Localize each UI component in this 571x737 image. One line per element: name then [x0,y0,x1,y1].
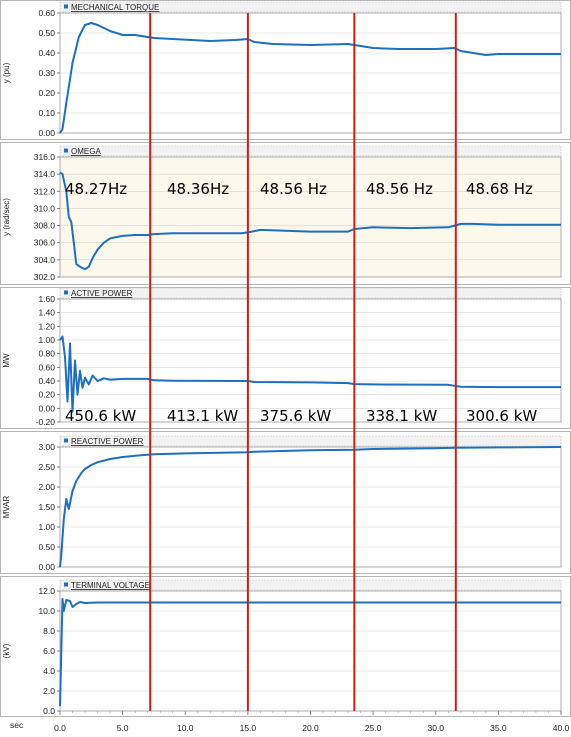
panels-layer: MECHANICAL TORQUE 0.00 0.10 0.20 0.30 0.40 0.5… [0,0,571,717]
y-tick-label: 1.60 [38,294,55,304]
title-bar [59,145,562,157]
y-tick-label: 0.30 [38,68,55,78]
y-tick-label: 1.50 [38,502,55,512]
y-tick-label: 0.40 [38,376,55,386]
panel-mechanical-torque: MECHANICAL TORQUE 0.00 0.10 0.20 0.30 0.40 0.5… [0,0,571,140]
y-tick-label: 0.0 [43,706,55,716]
y-tick-label: 308.0 [34,221,56,231]
x-tick-label: 0.0 [54,723,66,733]
x-tick-label: 25.0 [365,723,382,733]
x-tick-label: 40.0 [553,723,570,733]
y-tick-label: 3.00 [38,442,55,452]
annotation-label: 300.6 kW [466,407,537,425]
x-axis-label: sec [10,720,24,730]
panel-omega: OMEGA 302.0 304.0 306.0 308.0 310.0 312.0 314.0… [0,142,571,285]
annotation-label: 48.56 Hz [366,180,433,198]
y-tick-label: 1.00 [38,522,55,532]
y-tick-label: 0.60 [38,8,55,18]
legend-swatch [64,148,68,153]
y-axis-label: y (rad/sec) [2,198,11,236]
legend-swatch [64,438,68,443]
y-tick-label: 0.00 [38,403,55,413]
title-bar [59,287,562,299]
y-tick-label: 2.0 [43,686,55,696]
plot-area [59,156,562,278]
y-tick-label: 314.0 [34,169,56,179]
annotation-label: 48.56 Hz [260,180,327,198]
y-tick-label: 0.40 [38,48,55,58]
legend-swatch [64,290,68,295]
annotation-label: 48.68 Hz [466,180,533,198]
y-tick-label: 0.50 [38,542,55,552]
y-tick-label: 2.00 [38,482,55,492]
panel-reactive-power: REACTIVE POWER 0.00 0.50 1.00 1.50 2.00 2.50 3.… [0,431,571,574]
y-tick-label: 306.0 [34,238,56,248]
y-axis-label: MW [2,353,11,368]
x-tick-label: 30.0 [427,723,444,733]
y-tick-label: 302.0 [34,272,56,282]
y-tick-label: 4.0 [43,666,55,676]
annotation-label: 338.1 kW [366,407,437,425]
y-tick-label: 8.0 [43,626,55,636]
y-tick-label: 0.50 [38,28,55,38]
y-axis-label: MVAR [2,496,11,519]
annotation-label: 48.36Hz [167,180,229,198]
panel-title: TERMINAL VOLTAGE [71,581,150,590]
y-tick-label: 312.0 [34,186,56,196]
x-tick-label: 20.0 [302,723,319,733]
chart-canvas: MECHANICAL TORQUE 0.00 0.10 0.20 0.30 0.40 0.5… [0,0,571,733]
annotation-label: 375.6 kW [260,407,331,425]
x-tick-label: 10.0 [177,723,194,733]
y-tick-label: 1.20 [38,321,55,331]
panel-title: REACTIVE POWER [71,437,144,446]
y-tick-label: 1.00 [38,335,55,345]
y-tick-label: 0.20 [38,88,55,98]
y-tick-label: 6.0 [43,646,55,656]
annotation-label: 413.1 kW [167,407,238,425]
y-tick-label: 0.00 [38,128,55,138]
y-tick-label: 0.10 [38,108,55,118]
y-tick-label: 12.0 [38,586,55,596]
y-tick-label: -0.20 [36,417,56,427]
y-tick-label: 0.80 [38,349,55,359]
annotation-label: 450.6 kW [65,407,136,425]
y-tick-label: 1.40 [38,308,55,318]
panel-title: MECHANICAL TORQUE [71,3,159,12]
y-tick-label: 304.0 [34,255,56,265]
y-axis-label: (kV) [2,643,11,658]
y-tick-label: 0.00 [38,562,55,572]
y-tick-label: 310.0 [34,203,56,213]
legend-swatch [64,4,68,9]
panel-title: ACTIVE POWER [71,289,133,298]
y-tick-label: 316.0 [34,152,56,162]
legend-swatch [64,582,68,587]
panel-terminal-voltage: TERMINAL VOLTAGE 0.0 2.0 4.0 6.0 8.0 10.0 12.0 (… [0,576,571,717]
annotation-label: 48.27Hz [65,180,127,198]
y-tick-label: 10.0 [38,606,55,616]
x-tick-label: 15.0 [240,723,257,733]
y-tick-label: 0.20 [38,390,55,400]
x-tick-label: 5.0 [117,723,129,733]
x-tick-label: 35.0 [490,723,507,733]
y-axis-label: y (pu) [2,62,11,83]
y-tick-label: 2.50 [38,462,55,472]
plot-area [59,298,562,423]
panel-title: OMEGA [71,147,101,156]
y-tick-label: 0.60 [38,362,55,372]
